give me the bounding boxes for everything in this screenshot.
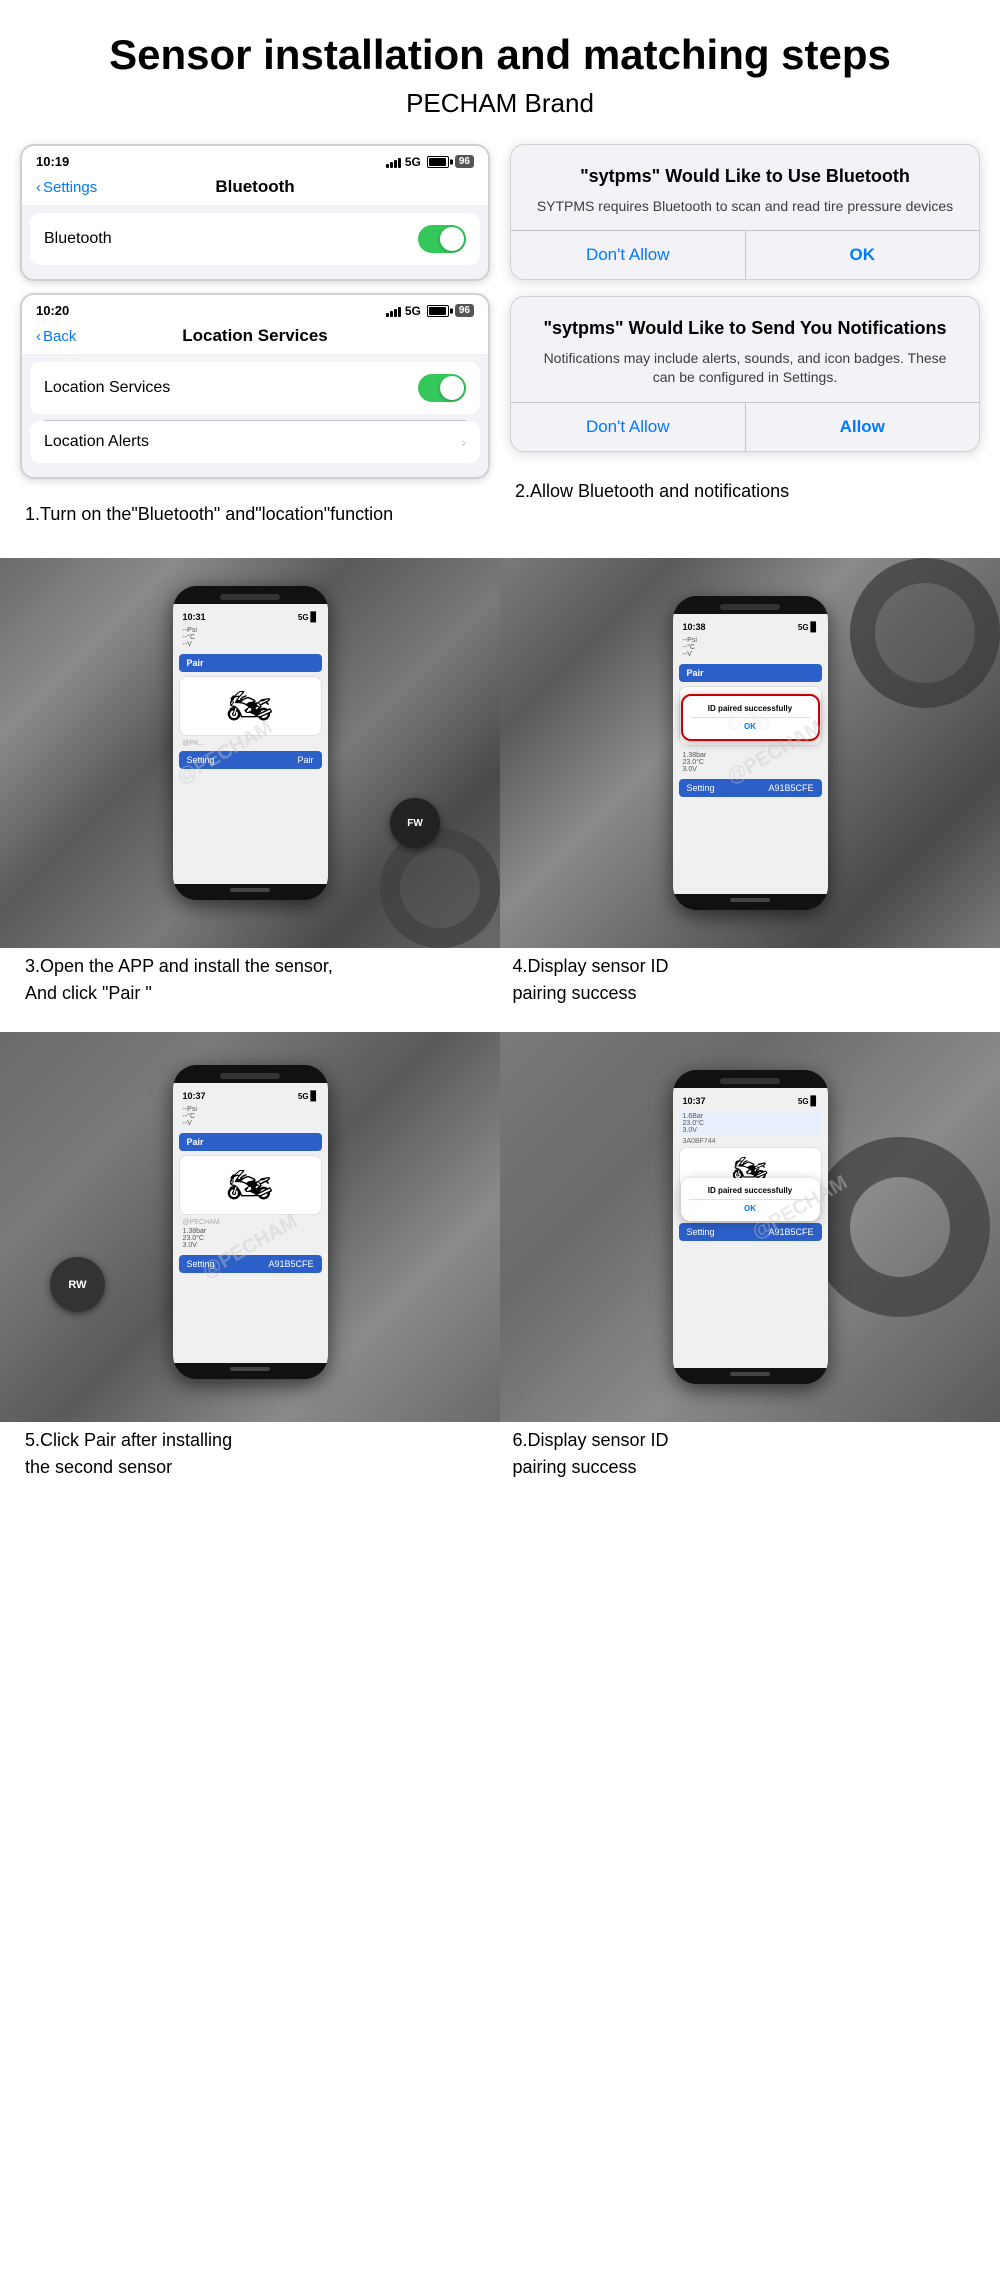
settings-container-2: Location Services Location Alerts › <box>22 354 488 477</box>
battery-icon-1 <box>427 156 449 168</box>
section3-photos: 10:37 5G▊ --Psi--°C--V Pair 🏍 @PECHAM <box>0 1032 1000 1422</box>
section3-captions: 5.Click Pair after installing the second… <box>0 1422 1000 1506</box>
location-alerts-label: Location Alerts <box>44 433 149 451</box>
dialog2-buttons: Don't Allow Allow <box>511 402 979 451</box>
back-label-2: Back <box>43 328 76 345</box>
dialog2-content: "sytpms" Would Like to Send You Notifica… <box>511 297 979 402</box>
location-services-row: Location Services <box>30 362 480 414</box>
dialog1-message: SYTPMS requires Bluetooth to scan and re… <box>531 197 959 217</box>
iphone-location: 10:20 5G 96 ‹ Back <box>20 293 490 479</box>
section1-right: "sytpms" Would Like to Use Bluetooth SYT… <box>510 144 980 525</box>
caption-5: 5.Click Pair after installing the second… <box>20 1422 493 1486</box>
photo-4-bg: 10:38 5G▊ --Psi--°C--V Pair 🏍 <box>500 558 1000 948</box>
photo-5-bg: 10:37 5G▊ --Psi--°C--V Pair 🏍 @PECHAM <box>0 1032 500 1422</box>
page-header: Sensor installation and matching steps P… <box>0 0 1000 134</box>
caption-1-text: 1.Turn on the"Bluetooth" and"location"fu… <box>25 504 393 524</box>
photo-cell-4: 10:38 5G▊ --Psi--°C--V Pair 🏍 <box>500 558 1000 948</box>
caption-6-line1: 6.Display sensor ID <box>513 1430 669 1450</box>
caption-4-line2: pairing success <box>513 983 637 1003</box>
notifications-dialog: "sytpms" Would Like to Send You Notifica… <box>510 296 980 452</box>
iphone-nav-2: ‹ Back Location Services <box>22 322 488 354</box>
section1-row: 10:19 5G 96 ‹ Settings <box>0 134 1000 558</box>
time-1: 10:19 <box>36 154 69 169</box>
back-btn-2[interactable]: ‹ Back <box>36 328 76 345</box>
back-btn-1[interactable]: ‹ Settings <box>36 179 97 196</box>
signal-icon-2 <box>386 305 401 317</box>
section2-captions: 3.Open the APP and install the sensor, A… <box>0 948 1000 1032</box>
battery-pct-2: 96 <box>455 304 474 317</box>
iphone-bluetooth: 10:19 5G 96 ‹ Settings <box>20 144 490 281</box>
chevron-left-icon-2: ‹ <box>36 328 41 345</box>
iphone-nav-1: ‹ Settings Bluetooth <box>22 173 488 205</box>
page-title: Sensor installation and matching steps <box>20 30 980 80</box>
photo-6-bg: 10:37 5G▊ 1.6Bar23.0°C3.0V 3A0BF744 🏍 ID <box>500 1032 1000 1422</box>
status-bar-1: 10:19 5G 96 <box>22 146 488 173</box>
caption-3-line2: And click "Pair " <box>25 983 152 1003</box>
notif-dont-allow-button[interactable]: Don't Allow <box>511 403 746 451</box>
signal-icon-1 <box>386 156 401 168</box>
notif-allow-button[interactable]: Allow <box>746 403 980 451</box>
caption-3-line1: 3.Open the APP and install the sensor, <box>25 956 333 976</box>
caption-4: 4.Display sensor ID pairing success <box>493 948 981 1012</box>
section2-photos: 10:31 5G ▊ --Psi --°C --V Pair <box>0 558 1000 948</box>
section1-left: 10:19 5G 96 ‹ Settings <box>20 144 490 548</box>
caption-2: 2.Allow Bluetooth and notifications <box>510 468 980 525</box>
caption-3: 3.Open the APP and install the sensor, A… <box>20 948 493 1012</box>
photo-cell-5: 10:37 5G▊ --Psi--°C--V Pair 🏍 @PECHAM <box>0 1032 500 1422</box>
caption-5-line2: the second sensor <box>25 1457 172 1477</box>
photo-3-bg: 10:31 5G ▊ --Psi --°C --V Pair <box>0 558 500 948</box>
settings-container-1: Bluetooth <box>22 205 488 279</box>
dialog1-title: "sytpms" Would Like to Use Bluetooth <box>531 165 959 188</box>
location-services-label: Location Services <box>44 379 170 397</box>
nav-title-1: Bluetooth <box>215 177 294 197</box>
battery-icon-2 <box>427 305 449 317</box>
bluetooth-ok-button[interactable]: OK <box>746 231 980 279</box>
chevron-left-icon-1: ‹ <box>36 179 41 196</box>
nav-title-2: Location Services <box>182 326 328 346</box>
battery-pct-1: 96 <box>455 155 474 168</box>
status-right-1: 5G 96 <box>386 155 474 169</box>
photo-cell-3: 10:31 5G ▊ --Psi --°C --V Pair <box>0 558 500 948</box>
bluetooth-toggle-row: Bluetooth <box>30 213 480 265</box>
page-subtitle: PECHAM Brand <box>20 88 980 119</box>
network-type-2: 5G <box>405 304 421 318</box>
status-right-2: 5G 96 <box>386 304 474 318</box>
caption-2-text: 2.Allow Bluetooth and notifications <box>515 481 789 501</box>
photo-cell-6: 10:37 5G▊ 1.6Bar23.0°C3.0V 3A0BF744 🏍 ID <box>500 1032 1000 1422</box>
caption-4-line1: 4.Display sensor ID <box>513 956 669 976</box>
bluetooth-label: Bluetooth <box>44 230 112 248</box>
status-bar-2: 10:20 5G 96 <box>22 295 488 322</box>
caption-5-line1: 5.Click Pair after installing <box>25 1430 232 1450</box>
dialog2-title: "sytpms" Would Like to Send You Notifica… <box>531 317 959 340</box>
caption-6: 6.Display sensor ID pairing success <box>493 1422 981 1486</box>
bluetooth-toggle[interactable] <box>418 225 466 253</box>
caption-6-line2: pairing success <box>513 1457 637 1477</box>
back-label-1: Settings <box>43 179 97 196</box>
bluetooth-dont-allow-button[interactable]: Don't Allow <box>511 231 746 279</box>
time-2: 10:20 <box>36 303 69 318</box>
dialog1-content: "sytpms" Would Like to Use Bluetooth SYT… <box>511 145 979 230</box>
location-alerts-row: Location Alerts › <box>30 421 480 463</box>
caption-1: 1.Turn on the"Bluetooth" and"location"fu… <box>20 491 490 548</box>
chevron-right-icon: › <box>461 434 466 450</box>
dialog2-message: Notifications may include alerts, sounds… <box>531 349 959 388</box>
network-type-1: 5G <box>405 155 421 169</box>
location-services-toggle[interactable] <box>418 374 466 402</box>
dialog1-buttons: Don't Allow OK <box>511 230 979 279</box>
bluetooth-dialog: "sytpms" Would Like to Use Bluetooth SYT… <box>510 144 980 280</box>
